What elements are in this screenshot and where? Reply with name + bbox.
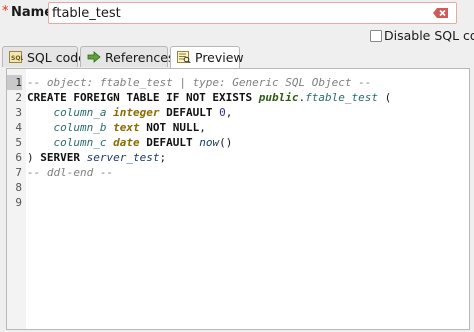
tab-bar: SQL SQL code References Preview bbox=[0, 46, 474, 69]
svg-text:SQL: SQL bbox=[11, 55, 23, 62]
name-input[interactable] bbox=[48, 2, 457, 24]
disable-sql-code-option[interactable]: Disable SQL code bbox=[370, 28, 474, 44]
comment: -- object: ftable_test | type: Generic S… bbox=[27, 76, 372, 89]
code-line: -- object: ftable_test | type: Generic S… bbox=[27, 75, 371, 90]
line-number: 6 bbox=[15, 151, 22, 164]
tab-preview-label: Preview bbox=[195, 50, 244, 65]
server-name: server_test bbox=[86, 151, 160, 164]
punctuation: ; bbox=[159, 151, 167, 164]
keyword: NOT NULL bbox=[146, 121, 200, 134]
keyword: DEFAULT bbox=[166, 106, 213, 119]
line-number: 8 bbox=[15, 181, 22, 194]
punctuation: ) bbox=[27, 151, 34, 164]
arrow-right-icon bbox=[87, 51, 101, 63]
clear-text-icon[interactable] bbox=[433, 7, 449, 19]
number: 0 bbox=[219, 106, 226, 119]
line-number-gutter: 1 2 3 4 5 6 7 8 9 bbox=[7, 69, 26, 329]
line-number: 7 bbox=[15, 166, 22, 179]
column-name: column_a bbox=[53, 106, 107, 119]
keyword: SERVER bbox=[40, 151, 80, 164]
code-line: ) SERVER server_test; bbox=[27, 150, 166, 165]
comment: -- ddl-end -- bbox=[27, 166, 114, 179]
sql-preview-editor[interactable]: 1 2 3 4 5 6 7 8 9 -- object: ftable_test… bbox=[6, 68, 470, 330]
punctuation: ( bbox=[378, 91, 392, 104]
column-name: column_b bbox=[53, 121, 107, 134]
data-type: date bbox=[113, 136, 140, 149]
tab-references[interactable]: References bbox=[80, 46, 174, 67]
name-row: * Name: bbox=[0, 0, 474, 28]
tab-preview[interactable]: Preview bbox=[170, 46, 244, 69]
punctuation: , bbox=[199, 121, 206, 134]
schema-name: public bbox=[258, 91, 299, 104]
punctuation: , bbox=[225, 106, 233, 119]
preview-icon bbox=[177, 51, 191, 64]
line-number: 9 bbox=[15, 196, 22, 209]
tab-sql-code[interactable]: SQL SQL code bbox=[2, 46, 86, 67]
code-line: column_a integer DEFAULT 0, bbox=[27, 105, 233, 120]
line-number: 3 bbox=[15, 106, 22, 119]
code-line: CREATE FOREIGN TABLE IF NOT EXISTS publi… bbox=[27, 90, 391, 105]
data-type: text bbox=[113, 121, 140, 134]
line-number: 5 bbox=[15, 136, 22, 149]
line-number: 1 bbox=[7, 75, 22, 90]
keyword: DEFAULT bbox=[146, 136, 193, 149]
sql-icon: SQL bbox=[9, 51, 24, 63]
function-name: now bbox=[199, 136, 220, 149]
data-type: integer bbox=[113, 106, 160, 119]
disable-sql-code-checkbox[interactable] bbox=[370, 30, 382, 42]
column-name: column_c bbox=[53, 136, 107, 149]
line-number: 2 bbox=[15, 91, 22, 104]
tab-sql-code-label: SQL code bbox=[27, 50, 86, 65]
code-line: column_c date DEFAULT now() bbox=[27, 135, 233, 150]
keyword: CREATE FOREIGN TABLE IF NOT EXISTS bbox=[27, 91, 259, 104]
line-number: 4 bbox=[15, 121, 22, 134]
punctuation: () bbox=[219, 136, 233, 149]
code-line: column_b text NOT NULL, bbox=[27, 120, 206, 135]
table-name: ftable_test bbox=[305, 91, 379, 104]
code-line: -- ddl-end -- bbox=[27, 165, 113, 180]
required-marker: * bbox=[2, 4, 9, 19]
disable-sql-code-label: Disable SQL code bbox=[384, 28, 474, 43]
tab-references-label: References bbox=[105, 50, 175, 65]
